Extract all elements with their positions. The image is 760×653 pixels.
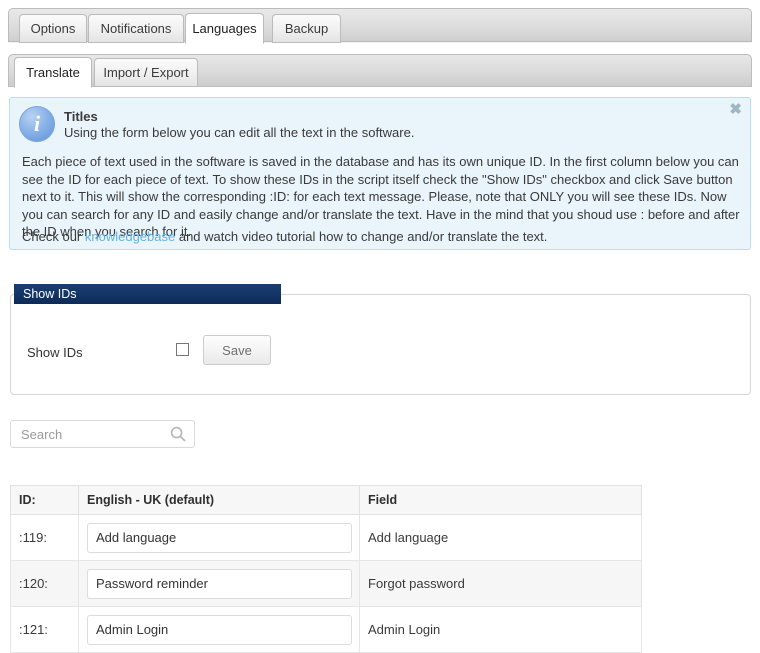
close-icon[interactable]: ✖ (729, 102, 742, 117)
row-id-cell: :119: (10, 514, 79, 561)
knowledgebase-link[interactable]: knowledgebase (85, 229, 175, 244)
translation-input[interactable] (87, 614, 352, 645)
tab-languages[interactable]: Languages (185, 13, 264, 44)
table-row: :119: Add language (10, 514, 642, 561)
tab-options-label: Options (30, 21, 76, 36)
row-id-cell: :121: (10, 606, 79, 653)
column-header-field: Field (359, 485, 642, 515)
tab-translate[interactable]: Translate (14, 57, 92, 88)
row-field-cell: Forgot password (359, 560, 642, 607)
save-button[interactable]: Save (203, 335, 271, 365)
row-english-cell (78, 560, 360, 607)
table-row: :121: Admin Login (10, 606, 642, 653)
translations-table: ID: English - UK (default) Field :119: A… (10, 485, 642, 653)
info-icon-glyph: i (33, 111, 41, 136)
tab-import-export-label: Import / Export (103, 65, 189, 80)
tab-backup[interactable]: Backup (272, 14, 341, 43)
tab-notifications[interactable]: Notifications (88, 14, 184, 43)
table-row: :120: Forgot password (10, 560, 642, 607)
row-english-cell (78, 514, 360, 561)
tab-import-export[interactable]: Import / Export (94, 58, 198, 87)
translation-input[interactable] (87, 522, 352, 553)
column-header-id: ID: (10, 485, 79, 515)
notice-body-text: Each piece of text used in the software … (22, 154, 740, 239)
row-field-cell: Admin Login (359, 606, 642, 653)
column-header-english: English - UK (default) (78, 485, 360, 515)
notice-footer: Check our knowledgebase and watch video … (22, 229, 740, 244)
tab-backup-label: Backup (284, 21, 329, 36)
tab-translate-label: Translate (26, 65, 80, 80)
row-field-cell: Add language (359, 514, 642, 561)
search-icon (170, 426, 186, 442)
search-box[interactable] (10, 420, 195, 448)
show-ids-field-label: Show IDs (27, 345, 83, 360)
notice-footer-pre: Check our (22, 229, 85, 244)
notice-footer-post: and watch video tutorial how to change a… (175, 229, 548, 244)
row-id-cell: :120: (10, 560, 79, 607)
notice-subtitle: Using the form below you can edit all th… (64, 125, 415, 140)
tab-notifications-label: Notifications (100, 21, 172, 36)
tab-languages-label: Languages (192, 21, 257, 36)
info-icon: i (19, 106, 55, 142)
row-english-cell (78, 606, 360, 653)
show-ids-panel (10, 294, 751, 395)
tab-options[interactable]: Options (19, 14, 87, 43)
translation-input[interactable] (87, 568, 352, 599)
notice-title: Titles (64, 109, 98, 124)
search-input[interactable] (19, 421, 159, 447)
show-ids-checkbox[interactable] (176, 343, 189, 356)
show-ids-panel-legend: Show IDs (14, 284, 281, 304)
table-header-row: ID: English - UK (default) Field (10, 485, 642, 515)
